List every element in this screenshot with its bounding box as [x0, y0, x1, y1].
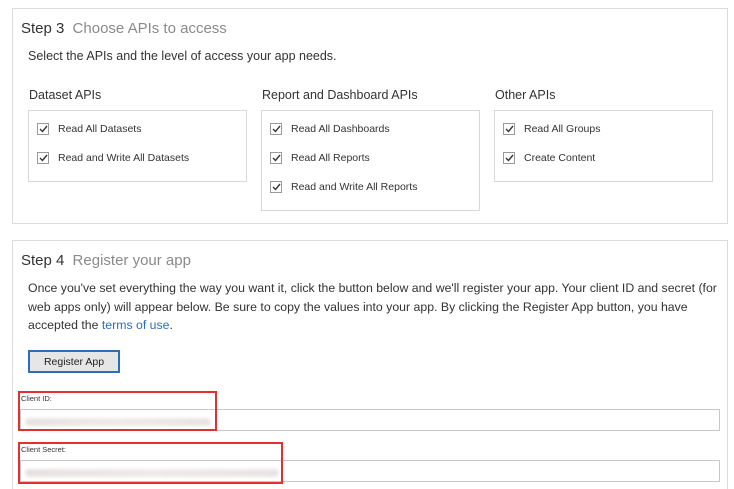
step4-title: Register your app: [72, 252, 191, 269]
group-box-dataset-apis: Read All Datasets Read and Write All Dat…: [28, 110, 247, 182]
checkbox-label: Read All Datasets: [58, 123, 142, 135]
step3-title: Choose APIs to access: [72, 20, 227, 37]
step3-panel: Step 3 Choose APIs to access Select the …: [12, 8, 728, 224]
step4-number: Step 4: [21, 252, 65, 269]
redacted-value: [25, 418, 211, 426]
group-title-dataset-apis: Dataset APIs: [29, 88, 102, 102]
step4-description-text: .: [169, 318, 173, 332]
checkbox-read-write-all-datasets[interactable]: Read and Write All Datasets: [37, 150, 189, 166]
step4-description-line: Once you've set everything the way you w…: [28, 281, 717, 295]
step4-description-text: accepted the: [28, 318, 102, 332]
group-box-other-apis: Read All Groups Create Content: [494, 110, 713, 182]
group-title-report-dashboard-apis: Report and Dashboard APIs: [262, 88, 418, 102]
checkbox-read-all-datasets[interactable]: Read All Datasets: [37, 121, 141, 137]
checkbox-checked-icon[interactable]: [37, 152, 49, 164]
checkbox-create-content[interactable]: Create Content: [503, 150, 595, 166]
step4-description-line: accepted the terms of use.: [28, 316, 728, 335]
step4-heading: Step 4 Register your app: [21, 252, 191, 269]
checkbox-checked-icon[interactable]: [503, 152, 515, 164]
checkbox-label: Read All Dashboards: [291, 123, 390, 135]
redacted-value: [25, 469, 279, 477]
checkbox-checked-icon[interactable]: [270, 152, 282, 164]
client-secret-field[interactable]: [20, 460, 720, 482]
checkbox-checked-icon[interactable]: [270, 181, 282, 193]
checkbox-read-all-reports[interactable]: Read All Reports: [270, 150, 370, 166]
step3-intro: Select the APIs and the level of access …: [28, 49, 337, 63]
client-id-label: Client ID:: [21, 394, 52, 403]
checkbox-read-all-dashboards[interactable]: Read All Dashboards: [270, 121, 390, 137]
checkbox-label: Create Content: [524, 152, 596, 164]
group-title-other-apis: Other APIs: [495, 88, 556, 102]
step3-heading: Step 3 Choose APIs to access: [21, 20, 227, 37]
checkbox-read-all-groups[interactable]: Read All Groups: [503, 121, 600, 137]
checkbox-read-write-all-reports[interactable]: Read and Write All Reports: [270, 179, 417, 195]
checkbox-label: Read and Write All Reports: [291, 181, 418, 193]
client-id-field[interactable]: [20, 409, 720, 431]
step4-description: Once you've set everything the way you w…: [28, 279, 728, 335]
checkbox-label: Read All Groups: [524, 123, 601, 135]
checkbox-checked-icon[interactable]: [270, 123, 282, 135]
register-app-button[interactable]: Register App: [28, 350, 120, 373]
checkbox-label: Read All Reports: [291, 152, 370, 164]
group-box-report-dashboard-apis: Read All Dashboards Read All Reports Rea…: [261, 110, 480, 211]
checkbox-checked-icon[interactable]: [37, 123, 49, 135]
client-secret-label: Client Secret:: [21, 445, 67, 454]
checkbox-label: Read and Write All Datasets: [58, 152, 190, 164]
step3-number: Step 3: [21, 20, 65, 37]
step4-panel: Step 4 Register your app Once you've set…: [12, 240, 728, 489]
terms-of-use-link[interactable]: terms of use: [102, 318, 170, 332]
step4-description-line: web apps only) will appear below. Be sur…: [28, 299, 688, 314]
checkbox-checked-icon[interactable]: [503, 123, 515, 135]
